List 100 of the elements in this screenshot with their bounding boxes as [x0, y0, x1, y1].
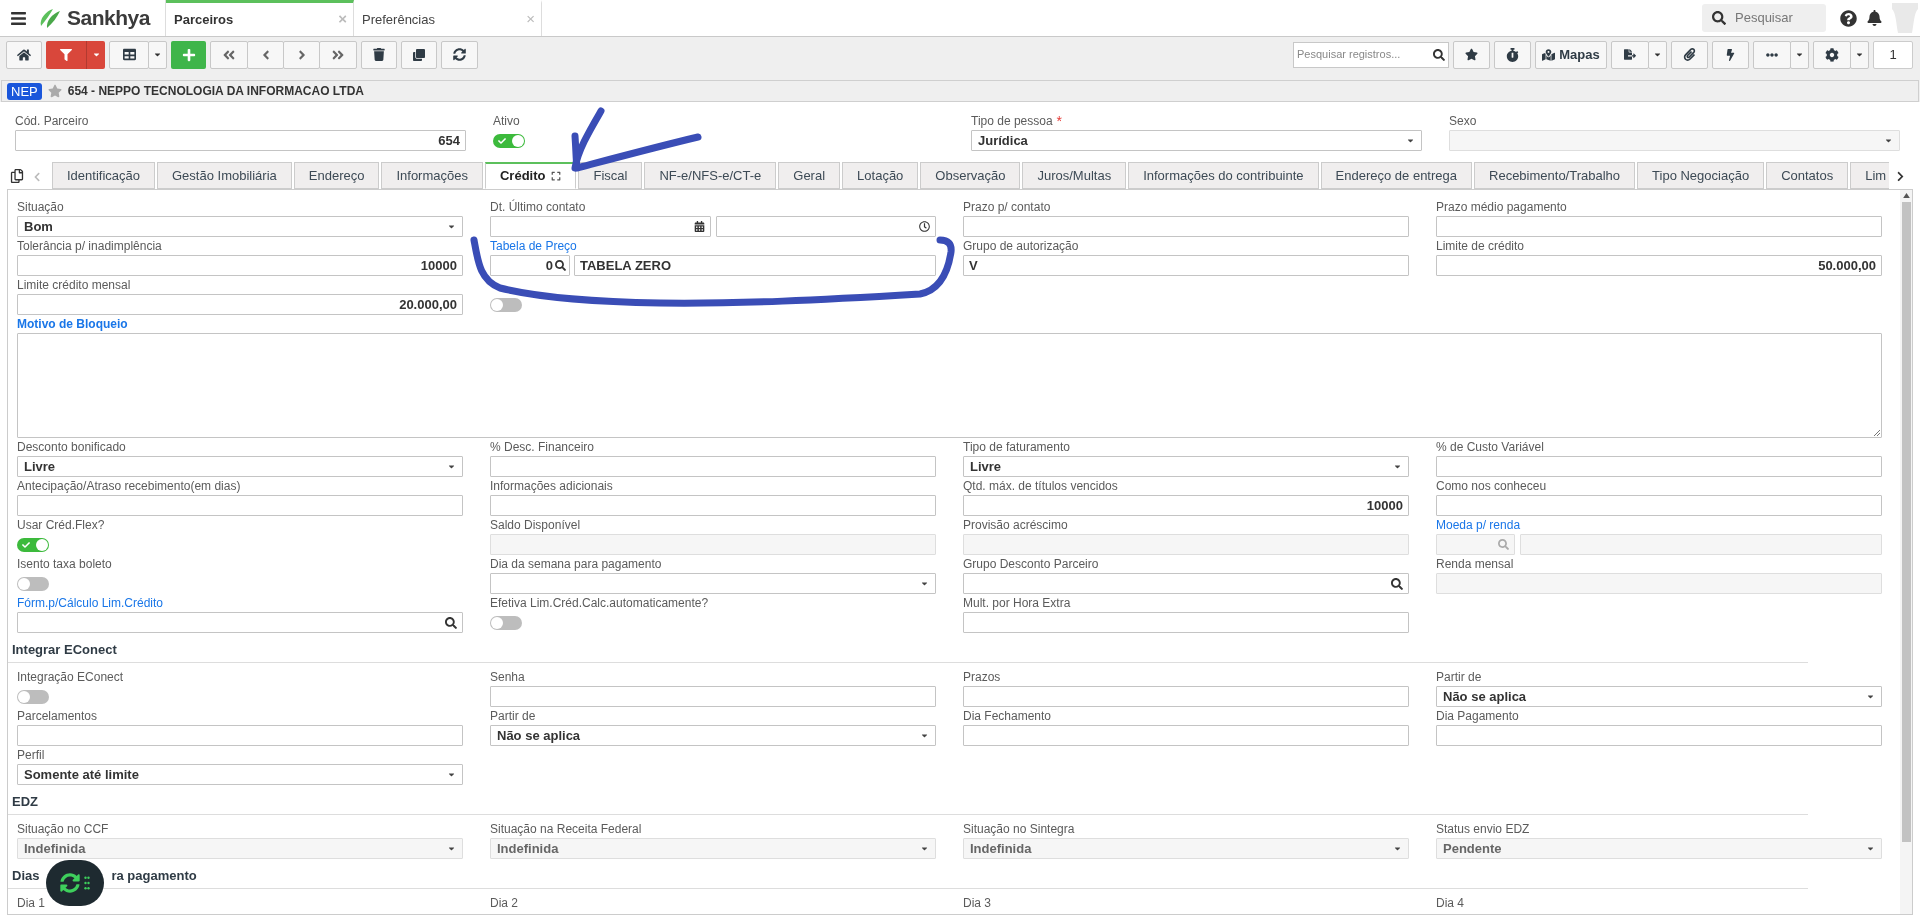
form-tab[interactable]: Tipo Negociação — [1637, 162, 1765, 189]
form-tab[interactable]: Lotação — [842, 162, 919, 189]
delete-button[interactable] — [361, 40, 397, 69]
previous-button[interactable] — [247, 40, 284, 69]
lookup-field[interactable] — [963, 573, 1409, 594]
form-tab[interactable]: Informações do contribuinte — [1128, 162, 1319, 189]
actions-button[interactable] — [1712, 40, 1749, 69]
dropdown-button[interactable] — [148, 40, 167, 69]
next-button[interactable] — [283, 40, 320, 69]
input-field[interactable] — [490, 495, 936, 516]
duplicate-button[interactable] — [401, 40, 437, 69]
input-field[interactable] — [963, 686, 1409, 707]
grid-view-button[interactable] — [109, 40, 149, 69]
chevron-left-icon[interactable] — [32, 172, 42, 182]
lookup-field[interactable] — [17, 612, 463, 633]
filter-button-group[interactable] — [46, 40, 105, 69]
search-icon[interactable] — [445, 616, 457, 629]
search-field[interactable]: Pesquisar — [1735, 8, 1810, 28]
form-tab[interactable]: Gestão Imobiliária — [157, 162, 292, 189]
textarea-field[interactable] — [17, 333, 1882, 438]
input-field[interactable] — [1436, 456, 1882, 477]
select-field[interactable]: Somente até limite — [17, 764, 463, 785]
form-tab[interactable]: Geral — [778, 162, 841, 189]
toggle-switch[interactable] — [490, 615, 522, 630]
form-tab[interactable]: Identificação — [52, 162, 155, 189]
form-tab[interactable]: Observação — [920, 162, 1021, 189]
app-tab[interactable]: Preferências × — [354, 0, 542, 36]
filter-icon[interactable] — [60, 48, 72, 61]
resize-handle-icon[interactable] — [1873, 429, 1880, 436]
input-field[interactable] — [963, 216, 1409, 237]
refresh-button[interactable] — [441, 40, 478, 69]
toggle-switch[interactable] — [17, 689, 49, 704]
attach-button[interactable] — [1671, 40, 1708, 69]
add-button[interactable] — [171, 40, 206, 69]
input-field[interactable] — [963, 725, 1409, 746]
form-tab[interactable]: Recebimento/Trabalho — [1474, 162, 1636, 189]
form-tab[interactable]: Lim — [1850, 162, 1889, 189]
select-field[interactable]: Livre — [17, 456, 463, 477]
form-tab[interactable]: Informações — [381, 162, 483, 189]
input-field[interactable] — [1436, 725, 1882, 746]
input-field[interactable]: 50.000,00 — [1436, 255, 1882, 276]
form-tab[interactable]: Fiscal — [578, 162, 643, 189]
toggle-switch[interactable] — [17, 537, 49, 552]
code-field[interactable]: 0 — [490, 255, 570, 276]
input-field[interactable] — [490, 456, 936, 477]
input-field[interactable]: V — [963, 255, 1409, 276]
form-tab[interactable]: NF-e/NFS-e/CT-e — [644, 162, 777, 189]
last-button[interactable] — [319, 40, 357, 69]
export-button[interactable] — [1611, 40, 1649, 69]
form-tab[interactable]: Contatos — [1766, 162, 1849, 189]
search-icon[interactable] — [555, 260, 566, 271]
search-icon[interactable] — [1433, 48, 1445, 61]
timer-button[interactable] — [1494, 40, 1531, 69]
dropdown-button[interactable] — [1790, 40, 1809, 69]
help-icon[interactable] — [1840, 9, 1857, 27]
sync-button[interactable] — [46, 860, 104, 906]
search-box[interactable]: Pesquisar — [1702, 4, 1826, 32]
toggle-switch[interactable] — [17, 576, 49, 591]
select-field[interactable]: Não se aplica — [1436, 686, 1882, 707]
form-tab[interactable]: Juros/Multas — [1022, 162, 1127, 189]
settings-button[interactable] — [1813, 40, 1851, 69]
input-field[interactable] — [1436, 216, 1882, 237]
select-field[interactable]: Bom — [17, 216, 463, 237]
input-field[interactable] — [490, 686, 936, 707]
select-field[interactable]: Jurídica — [971, 130, 1422, 151]
scroll-up-icon[interactable] — [1902, 193, 1910, 198]
favorite-button[interactable] — [1453, 40, 1490, 69]
select-field[interactable] — [490, 573, 936, 594]
maps-button[interactable]: Mapas — [1535, 40, 1607, 69]
input-field[interactable]: 654 — [15, 130, 466, 151]
clock-icon[interactable] — [919, 221, 930, 232]
toggle-switch[interactable] — [493, 133, 525, 148]
form-tab[interactable]: Crédito — [485, 162, 577, 189]
input-field[interactable]: 10000 — [17, 255, 463, 276]
input-field[interactable] — [17, 725, 463, 746]
home-button[interactable] — [6, 40, 42, 69]
select-field[interactable]: Não se aplica — [490, 725, 936, 746]
first-button[interactable] — [210, 40, 248, 69]
menu-icon[interactable] — [10, 9, 27, 27]
select-field[interactable]: Livre — [963, 456, 1409, 477]
input-field[interactable]: 20.000,00 — [17, 294, 463, 315]
input-field[interactable] — [1520, 534, 1882, 555]
input-field[interactable] — [17, 495, 463, 516]
time-field[interactable] — [715, 216, 936, 237]
expand-icon[interactable] — [551, 171, 562, 181]
star-icon[interactable] — [47, 84, 62, 98]
search-records-box[interactable]: Pesquisar registros... — [1293, 41, 1449, 68]
chevron-right-icon[interactable] — [1895, 171, 1906, 182]
calendar-icon[interactable] — [693, 221, 705, 232]
search-icon[interactable] — [1391, 577, 1403, 590]
copy-icon[interactable] — [10, 169, 24, 183]
input-field[interactable]: 10000 — [963, 495, 1409, 516]
search-records-field[interactable]: Pesquisar registros... — [1297, 46, 1433, 63]
form-tab[interactable]: Endereço — [293, 162, 380, 189]
input-field[interactable] — [1436, 495, 1882, 516]
scrollbar[interactable] — [1900, 190, 1912, 914]
toggle-switch[interactable] — [490, 297, 522, 312]
input-field[interactable] — [963, 612, 1409, 633]
input-field[interactable]: TABELA ZERO — [574, 255, 936, 276]
form-tab[interactable]: Endereço de entrega — [1320, 162, 1472, 189]
